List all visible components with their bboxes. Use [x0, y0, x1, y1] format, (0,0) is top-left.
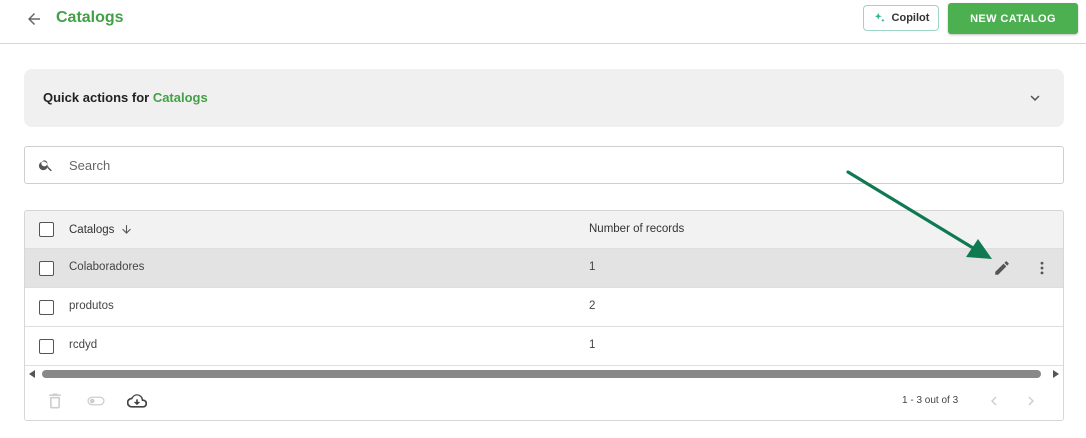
cloud-download-icon[interactable] [127, 391, 147, 411]
search-input[interactable] [69, 153, 1049, 177]
chevron-left-icon[interactable] [985, 392, 1003, 410]
column-header-number-of-records[interactable]: Number of records [589, 223, 684, 235]
table-header: Catalogs Number of records [25, 211, 1063, 249]
new-catalog-button[interactable]: NEW CATALOG [948, 3, 1078, 34]
table-row[interactable]: rcdyd 1 [25, 327, 1063, 366]
quick-actions-prefix: Quick actions for [43, 90, 153, 105]
row-checkbox[interactable] [39, 300, 54, 315]
chevron-down-icon[interactable] [1026, 89, 1044, 107]
catalog-name[interactable]: rcdyd [69, 339, 97, 351]
scroll-right-arrow-icon[interactable] [1053, 370, 1059, 378]
catalogs-table: Catalogs Number of records Colaboradores… [24, 210, 1064, 421]
record-count: 1 [589, 261, 596, 273]
arrow-down-icon [122, 225, 132, 234]
chevron-right-icon[interactable] [1022, 392, 1040, 410]
copilot-button[interactable]: Copilot [863, 5, 939, 31]
toggle-icon [87, 396, 105, 406]
sparkle-icon [874, 12, 885, 23]
trash-icon [49, 393, 61, 409]
back-button[interactable] [22, 7, 46, 31]
catalog-name[interactable]: produtos [69, 300, 114, 312]
table-row[interactable]: Colaboradores 1 [25, 249, 1063, 288]
table-row[interactable]: produtos 2 [25, 288, 1063, 327]
arrow-left-icon [28, 13, 40, 25]
record-count: 1 [589, 339, 596, 351]
select-all-checkbox[interactable] [39, 222, 54, 237]
more-vertical-icon[interactable] [1033, 259, 1051, 277]
page-title: Catalogs [56, 9, 124, 26]
pagination-info: 1 - 3 out of 3 [902, 395, 959, 406]
quick-actions-accent: Catalogs [152, 90, 208, 105]
scroll-left-arrow-icon[interactable] [29, 370, 35, 378]
scroll-thumb[interactable] [42, 370, 1041, 378]
pencil-icon[interactable] [993, 259, 1011, 277]
column-header-catalogs[interactable]: Catalogs [69, 223, 133, 236]
row-checkbox[interactable] [39, 261, 54, 276]
table-footer: 1 - 3 out of 3 [25, 381, 1063, 420]
catalog-name[interactable]: Colaboradores [69, 261, 144, 273]
search-icon [38, 160, 52, 172]
search-box[interactable] [24, 146, 1064, 184]
column-header-catalogs-label: Catalogs [69, 223, 115, 236]
row-checkbox[interactable] [39, 339, 54, 354]
copilot-label: Copilot [891, 12, 930, 24]
quick-actions-label: Quick actions for Catalogs [43, 90, 208, 105]
record-count: 2 [589, 300, 596, 312]
top-bar: Catalogs Copilot NEW CATALOG [0, 0, 1086, 44]
quick-actions-panel[interactable]: Quick actions for Catalogs [24, 69, 1064, 127]
horizontal-scrollbar[interactable] [25, 367, 1063, 381]
